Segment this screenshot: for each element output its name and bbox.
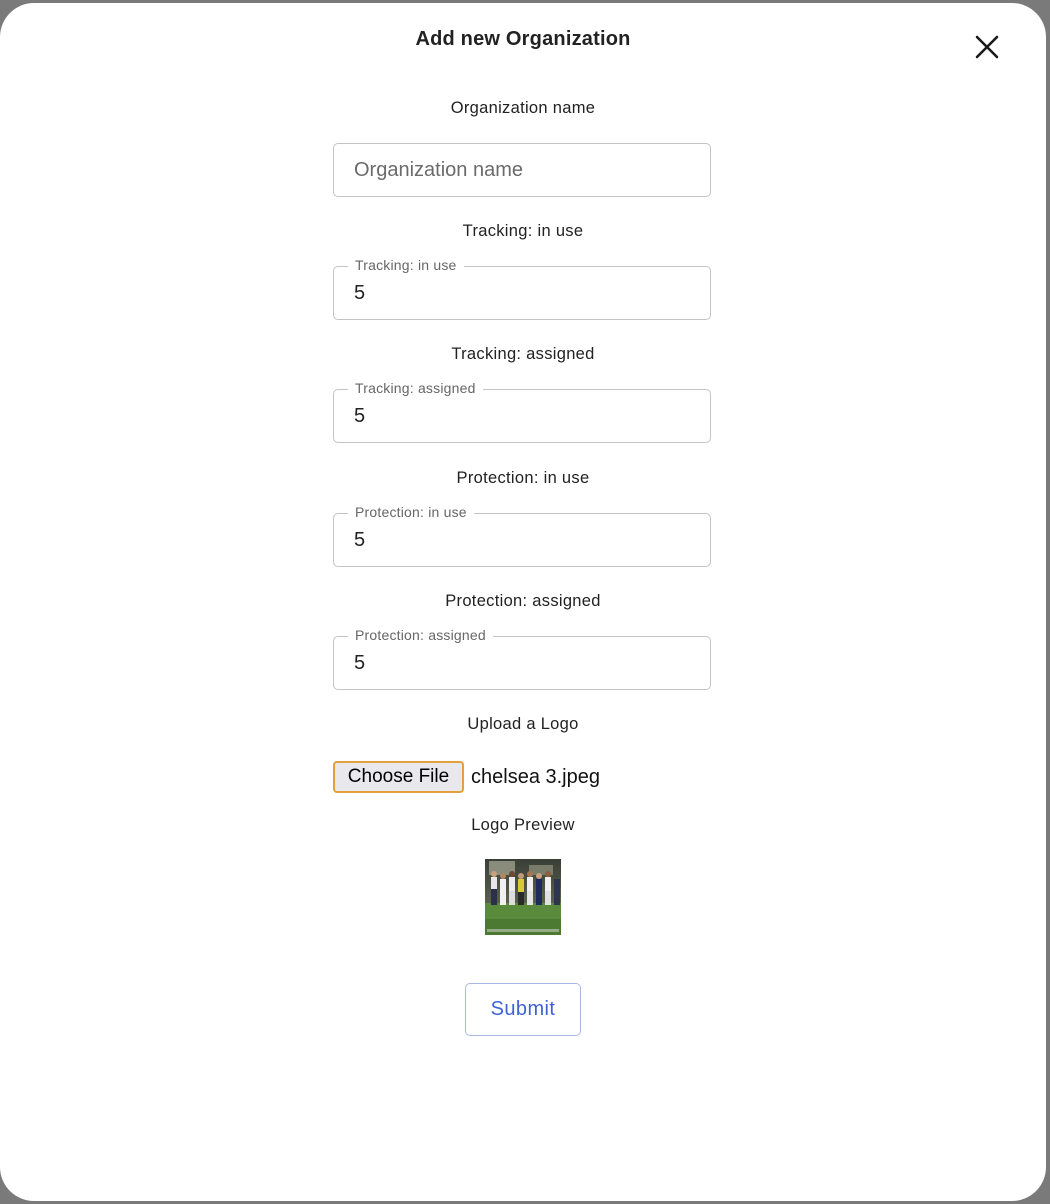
- logo-preview-thumbnail: [485, 859, 561, 935]
- tracking-in-use-label: Tracking: in use: [462, 222, 584, 240]
- org-name-label: Organization name: [450, 99, 596, 117]
- org-name-field[interactable]: [333, 143, 711, 197]
- protection-assigned-field[interactable]: Protection: assigned: [333, 625, 711, 690]
- tracking-in-use-legend: Tracking: in use: [348, 255, 464, 275]
- choose-file-button[interactable]: Choose File: [333, 761, 464, 793]
- logo-preview-label: Logo Preview: [471, 816, 575, 834]
- protection-in-use-label: Protection: in use: [456, 469, 590, 487]
- logo-preview-image: [485, 859, 561, 935]
- submit-button[interactable]: Submit: [465, 983, 581, 1036]
- tracking-in-use-field[interactable]: Tracking: in use: [333, 255, 711, 320]
- tracking-assigned-field[interactable]: Tracking: assigned: [333, 378, 711, 443]
- add-organization-modal: Add new Organization Organization name T…: [0, 3, 1046, 1201]
- protection-in-use-legend: Protection: in use: [348, 502, 474, 522]
- upload-logo-label: Upload a Logo: [467, 715, 579, 733]
- tracking-assigned-label: Tracking: assigned: [451, 345, 595, 363]
- protection-in-use-field[interactable]: Protection: in use: [333, 502, 711, 567]
- org-name-input[interactable]: [334, 144, 710, 196]
- file-upload-control: Choose File chelsea 3.jpeg: [333, 761, 600, 793]
- close-icon: [975, 35, 999, 59]
- protection-assigned-legend: Protection: assigned: [348, 625, 493, 645]
- protection-assigned-label: Protection: assigned: [445, 592, 601, 610]
- close-button[interactable]: [970, 30, 1004, 64]
- tracking-assigned-legend: Tracking: assigned: [348, 378, 483, 398]
- modal-title: Add new Organization: [415, 28, 631, 50]
- selected-file-name: chelsea 3.jpeg: [471, 765, 600, 788]
